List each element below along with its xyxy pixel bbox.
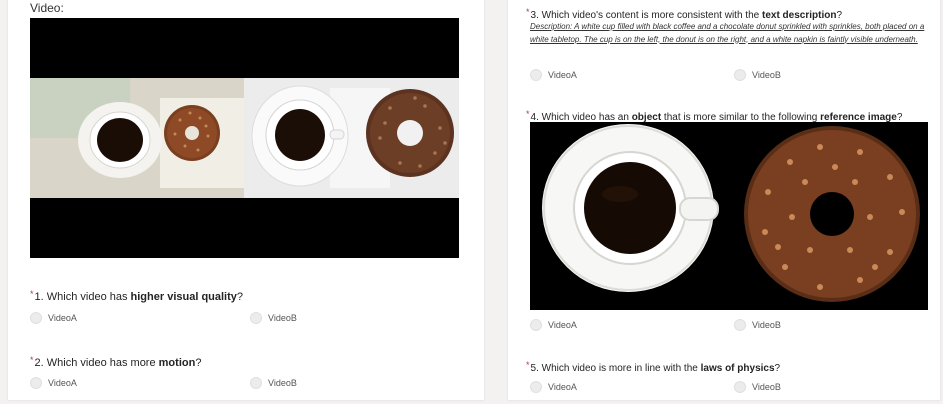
q1-option-videob[interactable]: VideoB xyxy=(250,312,297,324)
reference-image xyxy=(530,122,928,310)
radio-button[interactable] xyxy=(734,69,746,81)
question-5: *5. Which video is more in line with the… xyxy=(526,360,781,374)
radio-button[interactable] xyxy=(734,381,746,393)
question-2: *2. Which video has more motion? xyxy=(30,355,202,369)
q5-option-videob[interactable]: VideoB xyxy=(734,381,781,393)
video-frame-image xyxy=(30,78,459,198)
required-marker: * xyxy=(526,360,530,370)
q2-option-videoa[interactable]: VideoA xyxy=(30,377,77,389)
radio-button[interactable] xyxy=(30,377,42,389)
question-1: *1. Which video has higher visual qualit… xyxy=(30,289,244,303)
survey-panel-right: *3. Which video's content is more consis… xyxy=(508,0,940,400)
q4-option-videoa[interactable]: VideoA xyxy=(530,319,577,331)
q3-option-videoa[interactable]: VideoA xyxy=(530,69,577,81)
q1-option-videoa[interactable]: VideoA xyxy=(30,312,77,324)
video-player[interactable] xyxy=(30,18,459,258)
radio-button[interactable] xyxy=(530,319,542,331)
radio-button[interactable] xyxy=(530,381,542,393)
q2-option-videob[interactable]: VideoB xyxy=(250,377,297,389)
radio-button[interactable] xyxy=(530,69,542,81)
video-label: Video: xyxy=(30,1,64,15)
q3-option-videob[interactable]: VideoB xyxy=(734,69,781,81)
radio-button[interactable] xyxy=(250,312,262,324)
required-marker: * xyxy=(30,289,34,299)
required-marker: * xyxy=(526,7,530,17)
q4-option-videob[interactable]: VideoB xyxy=(734,319,781,331)
required-marker: * xyxy=(526,109,530,119)
q5-option-videoa[interactable]: VideoA xyxy=(530,381,577,393)
radio-button[interactable] xyxy=(30,312,42,324)
reference-image-graphic xyxy=(530,122,928,310)
required-marker: * xyxy=(30,355,34,365)
question-3: *3. Which video's content is more consis… xyxy=(526,7,843,21)
radio-button[interactable] xyxy=(734,319,746,331)
survey-panel-left: Video: *1. Which video has higher visual… xyxy=(8,0,484,400)
radio-button[interactable] xyxy=(250,377,262,389)
question-4: *4. Which video has an object that is mo… xyxy=(526,109,903,123)
text-description: Description: A white cup filled with bla… xyxy=(530,22,925,44)
